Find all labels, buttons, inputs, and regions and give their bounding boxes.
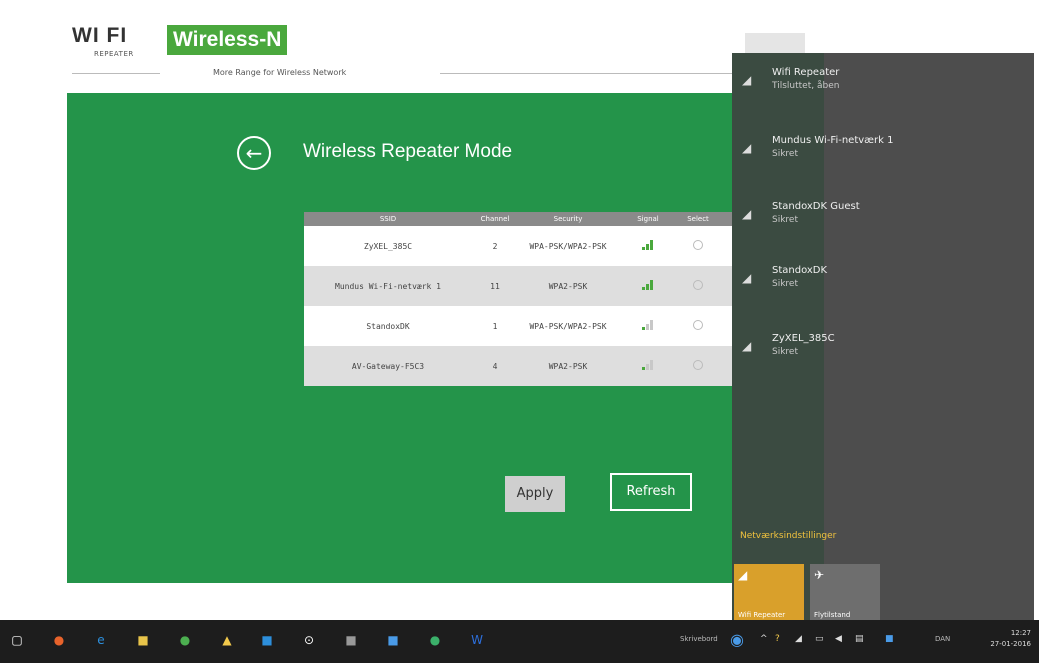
desktop-toolbar-label[interactable]: Skrivebord [680,635,718,643]
wifi-signal-icon: ◢ [742,73,752,87]
logo-text: WI FI [72,24,128,47]
table-row[interactable]: Mundus Wi-Fi-netværk 1 11 WPA2-PSK [304,266,734,306]
brand-badge: Wireless-N [167,25,288,55]
cell-security: WPA2-PSK [548,361,588,371]
word-icon[interactable]: W [468,631,486,649]
table-row[interactable]: StandoxDK 1 WPA-PSK/WPA2-PSK [304,306,734,346]
wifi-repeater-logo: WI FI REPEATER [72,24,160,66]
refresh-button[interactable]: Refresh [610,473,692,511]
network-name: ZyXEL_385C [772,333,835,344]
table-row[interactable]: ZyXEL_385C 2 WPA-PSK/WPA2-PSK [304,226,734,266]
back-arrow-icon[interactable]: ← [237,136,271,170]
clock-time: 12:27 [1010,629,1031,637]
app-tray-icon[interactable]: ■ [885,634,894,644]
cell-channel: 4 [492,361,498,371]
network-status: Sikret [772,279,798,289]
google-drive-icon[interactable]: ▲ [218,631,236,649]
tile-label: Wifi Repeater [738,611,786,619]
select-radio[interactable] [678,360,718,372]
header-tab[interactable] [745,33,805,53]
signal-icon [618,360,678,372]
wifi-signal-icon: ◢ [742,141,752,155]
header-divider-left [72,73,160,74]
wifi-signal-icon: ◢ [742,271,752,285]
network-table: SSID Channel Security Signal Select ZyXE… [304,212,734,386]
taskbar: ▢ ● e ■ ● ▲ ■ ⊙ ■ ■ ● W Skrivebord ◉ ^ ?… [0,620,1039,663]
help-icon[interactable]: ? [775,634,780,644]
network-status: Sikret [772,347,798,357]
wifi-tray-icon[interactable]: ◢ [795,634,802,644]
network-name: StandoxDK [772,265,828,276]
network-flyout: ◢ Wifi Repeater Tilsluttet, åben ◢ Mundu… [732,53,1034,627]
tagline: More Range for Wireless Network [213,68,347,77]
column-header-signal: Signal [637,215,659,223]
show-hidden-icons-icon[interactable]: ^ [760,634,768,644]
network-status: Sikret [772,215,798,225]
wifi-signal-icon: ◢ [742,207,752,221]
signal-icon [618,320,678,332]
app-icon[interactable]: ■ [258,631,276,649]
page-title: Wireless Repeater Mode [303,141,513,162]
network-name: Mundus Wi-Fi-netværk 1 [772,135,894,146]
notifications-icon[interactable]: ▤ [855,634,864,644]
hp-icon[interactable]: ⊙ [300,631,318,649]
signal-icon [618,280,678,292]
cell-security: WPA2-PSK [548,281,588,291]
column-header-ssid: SSID [379,215,397,223]
airplane-icon: ✈ [814,568,825,582]
apply-button[interactable]: Apply [505,476,565,512]
maps-icon[interactable]: ● [426,631,444,649]
select-radio[interactable] [678,320,718,332]
cell-channel: 1 [492,321,498,331]
cell-ssid: StandoxDK [366,321,410,331]
clock[interactable]: 12:27 27-01-2016 [990,628,1031,650]
store-icon[interactable]: ■ [342,631,360,649]
table-row[interactable]: AV-Gateway-F5C3 4 WPA2-PSK [304,346,734,386]
cell-channel: 11 [490,281,500,291]
network-status: Tilsluttet, åben [772,81,840,91]
chrome-icon[interactable]: ● [176,631,194,649]
column-header-select: Select [687,215,709,223]
cell-channel: 2 [492,241,498,251]
edge-icon[interactable]: e [92,631,110,649]
network-settings-link[interactable]: Netværksindstillinger [740,531,836,541]
wifi-icon: ◢ [738,568,748,582]
header-divider-right [440,73,740,74]
column-header-security: Security [553,215,583,223]
repeater-panel: ← Wireless Repeater Mode SSID Channel Se… [67,93,747,583]
cell-security: WPA-PSK/WPA2-PSK [529,241,607,251]
cell-security: WPA-PSK/WPA2-PSK [529,321,607,331]
language-indicator[interactable]: DAN [935,635,950,643]
logo-subtext: REPEATER [94,50,134,58]
task-view-icon[interactable]: ▢ [8,631,26,649]
airplane-mode-tile[interactable]: ✈ Flytilstand [810,564,880,624]
network-name: StandoxDK Guest [772,201,860,212]
tile-label: Flytilstand [814,611,851,619]
signal-icon [618,240,678,252]
table-body: ZyXEL_385C 2 WPA-PSK/WPA2-PSK Mundus Wi-… [304,226,734,386]
cell-ssid: Mundus Wi-Fi-netværk 1 [335,281,441,291]
people-icon[interactable]: ■ [384,631,402,649]
wifi-toggle-tile[interactable]: ◢ Wifi Repeater [734,564,804,624]
cell-ssid: ZyXEL_385C [363,241,413,251]
file-explorer-icon[interactable]: ■ [134,631,152,649]
column-header-channel: Channel [480,215,510,223]
wifi-signal-icon: ◢ [742,339,752,353]
table-header: SSID Channel Security Signal Select [304,212,734,226]
volume-icon[interactable]: ◀ [835,634,842,644]
network-tray-icon[interactable]: ◉ [730,630,744,649]
select-radio[interactable] [678,280,718,292]
network-name: Wifi Repeater [772,67,840,78]
battery-icon[interactable]: ▭ [815,634,824,644]
clock-date: 27-01-2016 [990,640,1031,648]
firefox-icon[interactable]: ● [50,631,68,649]
cell-ssid: AV-Gateway-F5C3 [351,361,425,371]
select-radio[interactable] [678,240,718,252]
network-status: Sikret [772,149,798,159]
